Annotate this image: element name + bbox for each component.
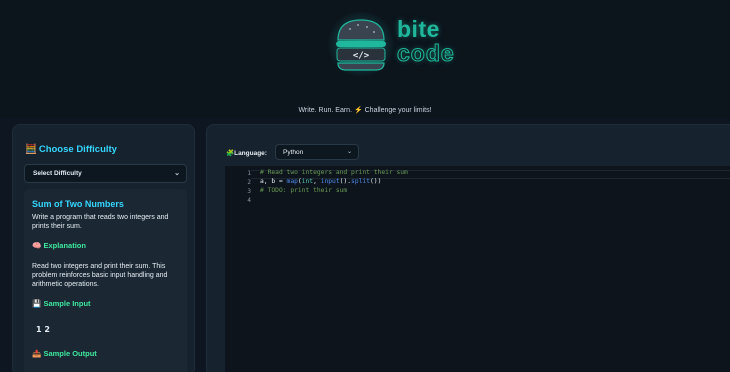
logo-word-code: code [397, 40, 455, 67]
code-line[interactable]: # Read two integers and print their sum [260, 169, 408, 176]
language-label-text: Language: [234, 150, 267, 157]
sample-output-heading: 📤 Sample Output [32, 349, 97, 358]
line-number: 3 [247, 188, 251, 195]
code-line[interactable]: # TODO: print their sum [260, 187, 347, 194]
language-select[interactable]: Python ⌄ [275, 144, 359, 160]
editor-panel: 🧩Language: Python ⌄ 1 # Read two integer… [206, 124, 730, 372]
sample-input-heading-label: Sample Input [43, 299, 91, 308]
logo-word-bite: bite [397, 16, 440, 42]
code-line-segment: input [320, 178, 340, 185]
floppy-disk-icon: 💾 [32, 299, 42, 308]
chevron-down-icon: ⌄ [346, 149, 352, 155]
problem-card: Sum of Two Numbers Write a program that … [24, 189, 187, 372]
code-editor[interactable]: 1 # Read two integers and print their su… [225, 166, 730, 372]
header: </> bite code Write. Run. Earn. ⚡ Challe… [0, 0, 730, 118]
explanation-heading: 🧠 Explanation [32, 241, 86, 250]
line-number: 2 [247, 179, 251, 186]
sample-input-value: 1 2 [36, 325, 50, 334]
brain-icon: 🧠 [32, 241, 42, 250]
problem-description: Write a program that reads two integers … [32, 214, 169, 230]
burger-code-icon: </> [336, 19, 386, 71]
explanation-text: Read two integers and print their sum. T… [32, 263, 168, 288]
svg-text:</>: </> [353, 51, 370, 61]
code-line-segment: split [351, 178, 370, 185]
line-number: 4 [247, 197, 251, 204]
language-label: 🧩Language: [226, 149, 267, 157]
difficulty-select[interactable]: Select Difficulty ⌄ [24, 164, 187, 183]
abacus-icon: 🧮 [25, 144, 37, 155]
puzzle-piece-icon: 🧩 [226, 150, 235, 157]
sample-input-heading: 💾 Sample Input [32, 299, 91, 308]
code-line-segment: (). [339, 178, 352, 185]
bitecode-logo[interactable]: </> bite code [326, 12, 456, 76]
outbox-tray-icon: 📤 [32, 349, 42, 358]
code-line-segment: int [301, 178, 314, 185]
choose-difficulty-label: Choose Difficulty [38, 144, 117, 155]
sample-output-heading-label: Sample Output [43, 349, 97, 358]
code-line[interactable]: a, b = map(int, input().split()) [260, 178, 381, 185]
problem-sidebar: 🧮 Choose Difficulty Select Difficulty ⌄ S… [12, 124, 195, 372]
explanation-heading-label: Explanation [43, 241, 86, 250]
line-number: 1 [247, 170, 251, 177]
problem-title: Sum of Two Numbers [32, 199, 124, 209]
chevron-down-icon: ⌄ [174, 170, 180, 177]
choose-difficulty-heading: 🧮 Choose Difficulty [25, 144, 117, 155]
code-line-segment: a, b = [260, 178, 287, 185]
code-line-segment: map [286, 178, 298, 185]
tagline: Write. Run. Earn. ⚡ Challenge your limit… [298, 107, 432, 114]
code-line-segment: ()) [370, 178, 382, 185]
language-select-value: Python [283, 149, 304, 156]
code-line-segment: , [313, 178, 321, 185]
difficulty-select-value: Select Difficulty [33, 170, 82, 177]
